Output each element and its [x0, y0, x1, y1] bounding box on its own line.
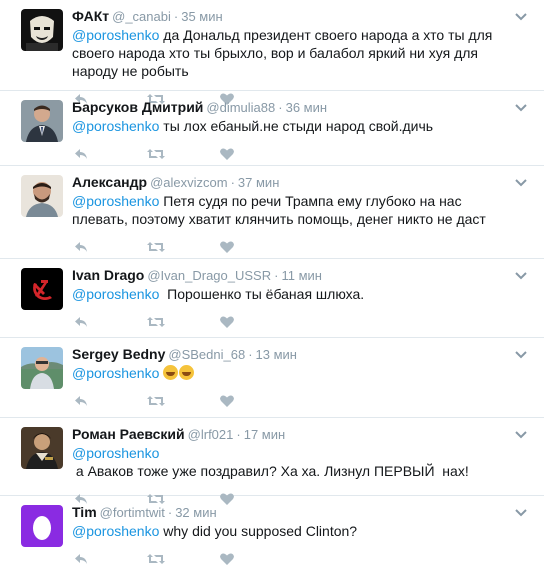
heart-icon[interactable] [219, 394, 239, 410]
heart-icon[interactable] [219, 552, 239, 568]
username[interactable]: @_canabi [112, 9, 171, 24]
chevron-down-icon[interactable] [514, 8, 528, 21]
suit-man-avatar[interactable] [21, 100, 63, 142]
hammer-sickle-avatar[interactable] [21, 268, 63, 310]
reply-icon[interactable] [73, 394, 93, 410]
separator-dot: · [230, 175, 235, 190]
username[interactable]: @dimulia88 [206, 100, 275, 115]
timestamp[interactable]: 32 мин [175, 505, 216, 520]
mask-avatar[interactable] [21, 9, 63, 51]
separator-dot: · [274, 268, 279, 283]
mention-link[interactable]: @poroshenko [72, 365, 159, 381]
tweet-body: ты лох ебаный.не стыди народ свой.дичь [159, 118, 434, 134]
tweet-body: а Аваков тоже уже поздравил? Ха ха. Лизн… [72, 463, 469, 479]
display-name[interactable]: Александр [72, 174, 147, 190]
tweet-actions [72, 390, 534, 420]
tweet-text: @poroshenko да Дональд президент своего … [72, 26, 534, 80]
username[interactable]: @SBedni_68 [168, 347, 245, 362]
separator-dot: · [167, 505, 173, 520]
timestamp[interactable]: 13 мин [256, 347, 297, 362]
tweet-header: Tim @fortimtwit · 32 мин [72, 503, 534, 521]
mention-link[interactable]: @poroshenko [72, 27, 159, 43]
tweet-text: @poroshenko Порошенко ты ёбаная шлюха. [72, 285, 534, 303]
tweet-item[interactable]: Роман Раевский @lrf021 · 17 мин @poroshenko… [0, 418, 544, 505]
chevron-down-icon[interactable] [514, 174, 528, 187]
tweet-text: @poroshenko Петя судя по речи Трампа ему… [72, 192, 534, 228]
tweet-text: @poroshenko а Аваков тоже уже поздравил?… [72, 444, 534, 480]
timestamp[interactable]: 17 мин [244, 427, 285, 442]
username[interactable]: @fortimtwit [100, 505, 165, 520]
timestamp[interactable]: 37 мин [238, 175, 279, 190]
laughing-emoji-icon [179, 365, 195, 380]
username[interactable]: @Ivan_Drago_USSR [147, 268, 271, 283]
mention-link[interactable]: @poroshenko [72, 193, 159, 209]
tweet-feed: ФАКт @_canabi · 35 мин @poroshenko да Донал… [0, 0, 544, 565]
timestamp[interactable]: 36 мин [286, 100, 327, 115]
egg-avatar[interactable] [21, 505, 63, 547]
mention-link[interactable]: @poroshenko [72, 286, 159, 302]
tweet-text: @poroshenko [72, 364, 534, 382]
tweet-header: Ivan Drago @Ivan_Drago_USSR · 11 мин [72, 266, 534, 284]
chevron-down-icon[interactable] [514, 426, 528, 439]
tweet-item[interactable]: Sergey Bedny @SBedni_68 · 13 мин @poroshenk… [0, 338, 544, 418]
display-name[interactable]: ФАКт [72, 8, 109, 24]
separator-dot: · [278, 100, 283, 115]
display-name[interactable]: Sergey Bedny [72, 346, 165, 362]
chevron-down-icon[interactable] [514, 346, 528, 359]
tweet-item[interactable]: Александр @alexvizcom · 37 мин @poroshenko … [0, 166, 544, 259]
retweet-icon[interactable] [146, 315, 166, 331]
username[interactable]: @alexvizcom [150, 175, 228, 190]
chevron-down-icon[interactable] [514, 267, 528, 280]
reply-icon[interactable] [73, 240, 93, 256]
tweet-body: why did you supposed Clinton? [159, 523, 358, 539]
tweet-item[interactable]: Барсуков Дмитрий @dimulia88 · 36 мин @poros… [0, 91, 544, 166]
timestamp[interactable]: 11 мин [281, 268, 322, 283]
retweet-icon[interactable] [146, 147, 166, 163]
laughing-emoji-icon [163, 365, 179, 380]
tweet-header: Роман Раевский @lrf021 · 17 мин [72, 425, 534, 443]
retweet-icon[interactable] [146, 394, 166, 410]
username[interactable]: @lrf021 [188, 427, 234, 442]
tweet-item[interactable]: ФАКт @_canabi · 35 мин @poroshenko да Донал… [0, 0, 544, 105]
tweet-header: ФАКт @_canabi · 35 мин [72, 7, 534, 25]
chevron-down-icon[interactable] [514, 504, 528, 517]
display-name[interactable]: Барсуков Дмитрий [72, 99, 203, 115]
display-name[interactable]: Tim [72, 504, 97, 520]
separator-dot: · [236, 427, 241, 442]
tweet-item[interactable]: Ivan Drago @Ivan_Drago_USSR · 11 мин @poros… [0, 259, 544, 338]
reply-icon[interactable] [73, 147, 93, 163]
bearded-man-avatar[interactable] [21, 175, 63, 217]
tweet-text: @poroshenko ты лох ебаный.не стыди народ… [72, 117, 534, 135]
tweet-item[interactable]: Tim @fortimtwit · 32 мин @poroshenko why di… [0, 496, 544, 565]
tweet-header: Александр @alexvizcom · 37 мин [72, 173, 534, 191]
retweet-icon[interactable] [146, 240, 166, 256]
tweet-body: Порошенко ты ёбаная шлюха. [159, 286, 365, 302]
heart-icon[interactable] [219, 147, 239, 163]
tweet-actions [72, 548, 534, 578]
heart-icon[interactable] [219, 315, 239, 331]
display-name[interactable]: Роман Раевский [72, 426, 185, 442]
beach-man-avatar[interactable] [21, 347, 63, 389]
display-name[interactable]: Ivan Drago [72, 267, 144, 283]
tweet-header: Барсуков Дмитрий @dimulia88 · 36 мин [72, 98, 534, 116]
tweet-header: Sergey Bedny @SBedni_68 · 13 мин [72, 345, 534, 363]
separator-dot: · [173, 9, 179, 24]
separator-dot: · [248, 347, 253, 362]
retweet-icon[interactable] [146, 552, 166, 568]
tweet-text: @poroshenko why did you supposed Clinton… [72, 522, 534, 540]
reply-icon[interactable] [73, 552, 93, 568]
reply-icon[interactable] [73, 315, 93, 331]
chevron-down-icon[interactable] [514, 99, 528, 112]
mention-link[interactable]: @poroshenko [72, 523, 159, 539]
mention-link[interactable]: @poroshenko [72, 445, 159, 461]
heart-icon[interactable] [219, 240, 239, 256]
portrait-avatar[interactable] [21, 427, 63, 469]
tweet-actions [72, 311, 534, 341]
mention-link[interactable]: @poroshenko [72, 118, 159, 134]
timestamp[interactable]: 35 мин [181, 9, 222, 24]
